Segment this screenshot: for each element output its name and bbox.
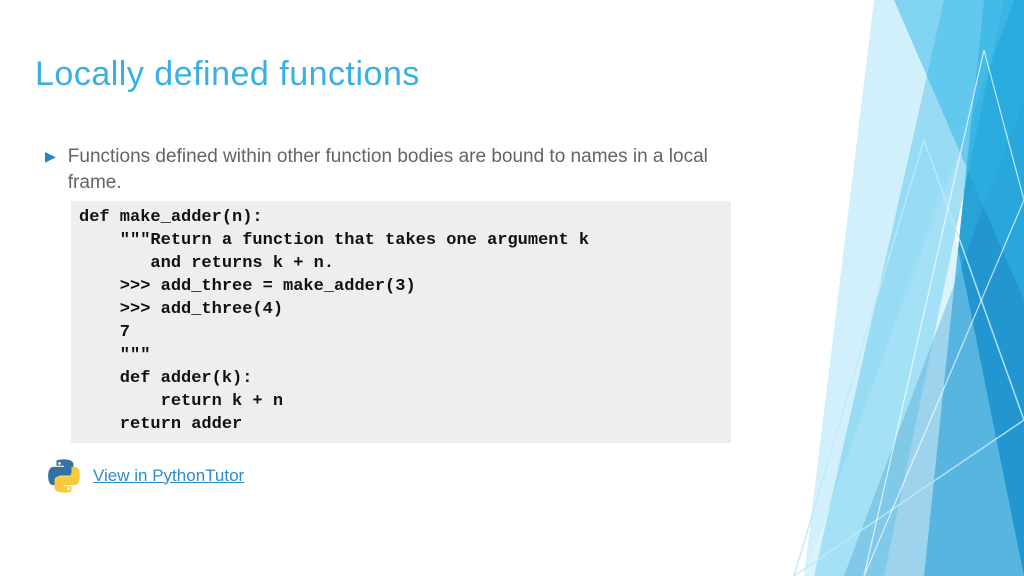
triangle-bullet-icon: ▶ <box>45 148 56 165</box>
bullet-item: ▶ Functions defined within other functio… <box>45 144 744 195</box>
link-row: View in PythonTutor <box>45 457 744 495</box>
slide-title: Locally defined functions <box>35 55 744 94</box>
bullet-text: Functions defined within other function … <box>68 144 744 195</box>
python-logo-icon <box>45 457 83 495</box>
background-triangles <box>744 0 1024 576</box>
slide-body: ▶ Functions defined within other functio… <box>35 144 744 495</box>
code-block: def make_adder(n): """Return a function … <box>71 201 731 442</box>
pythontutor-link[interactable]: View in PythonTutor <box>93 466 244 486</box>
slide: Locally defined functions ▶ Functions de… <box>0 0 1024 576</box>
slide-content: Locally defined functions ▶ Functions de… <box>35 55 744 495</box>
